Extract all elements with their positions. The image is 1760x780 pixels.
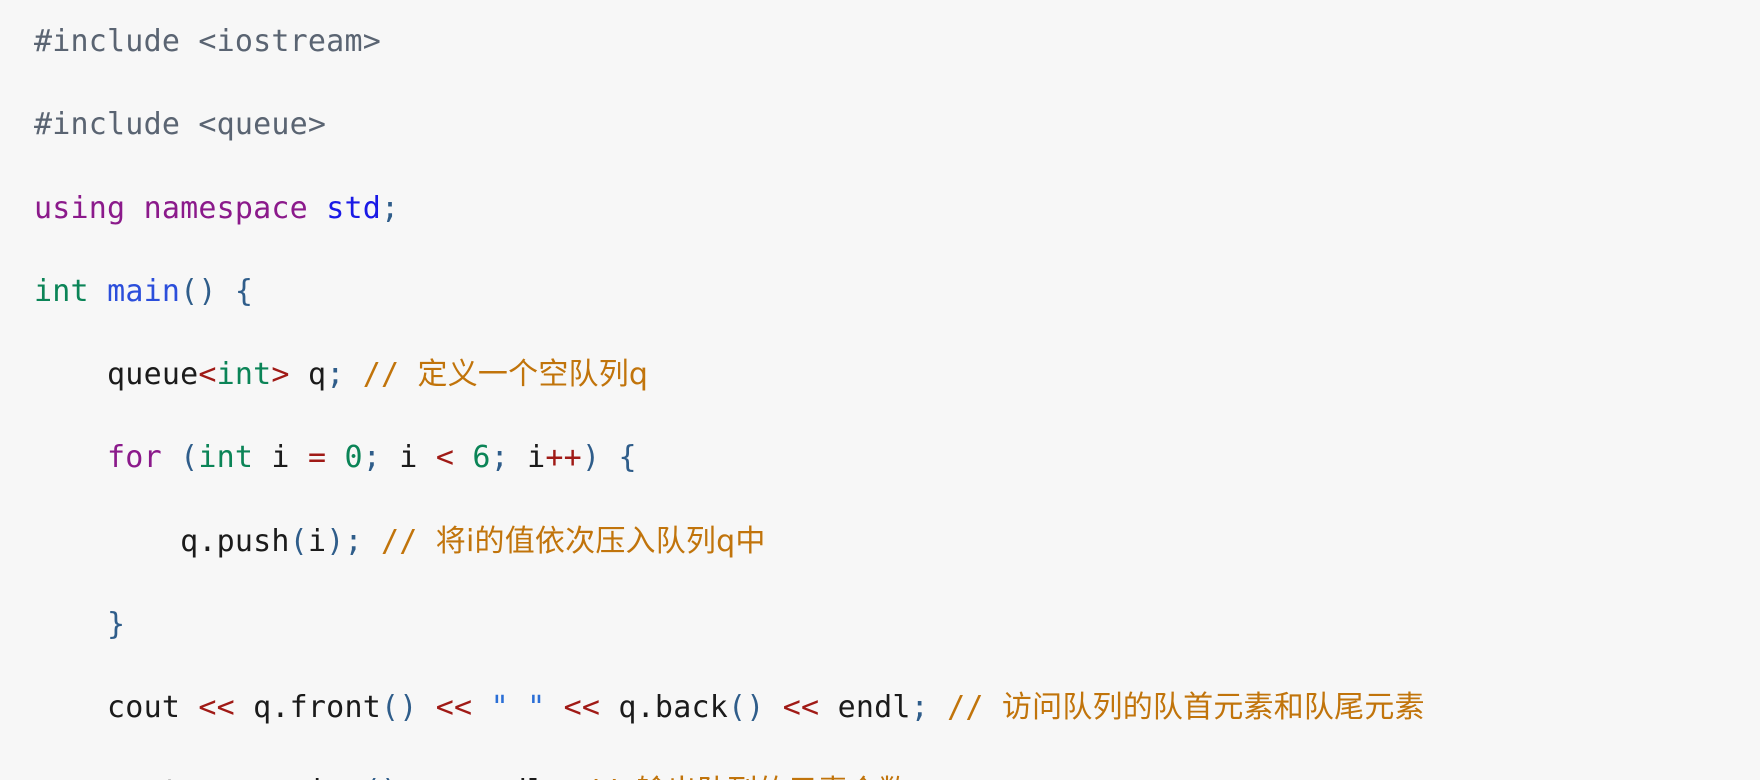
open-brace: { (234, 273, 254, 309)
code-block[interactable]: #include <iostream> #include <queue> usi… (0, 0, 1760, 780)
std-namespace: std (326, 190, 381, 226)
code-line-9: cout << q.front() << " " << q.back() << … (34, 681, 1760, 734)
code-viewer: #include <iostream> #include <queue> usi… (0, 0, 1760, 780)
code-line-4: int main() { (34, 265, 1760, 318)
cout-stream: cout (107, 690, 181, 726)
open-paren: ( (289, 523, 308, 559)
close-brace: } (107, 607, 126, 643)
semicolon: ; (545, 774, 563, 780)
stream-insert-operator: << (764, 690, 838, 726)
int-type: int (216, 357, 272, 393)
size-call: q.size (253, 774, 363, 780)
less-than-operator: < (435, 440, 455, 476)
comment-slashes: // (344, 357, 418, 393)
parens: () (363, 774, 400, 780)
parens: () (727, 690, 765, 726)
argument-i: i (307, 523, 327, 559)
assign-operator: = (307, 440, 327, 476)
string-literal-space: " " (490, 690, 546, 726)
parens: () (180, 273, 217, 309)
loop-var-i: i (253, 440, 308, 476)
comment-slashes: // (362, 523, 436, 559)
parens: () (380, 690, 418, 726)
stream-insert-operator: << (180, 690, 254, 726)
using-namespace-keyword: using namespace (34, 190, 327, 226)
number-zero: 0 (326, 440, 363, 476)
loop-var-i: i (399, 440, 436, 476)
code-line-2: #include <queue> (34, 98, 1760, 151)
semicolon: ; (910, 690, 929, 726)
comment-slashes: // (928, 690, 1002, 726)
int-type: int (34, 273, 89, 309)
semicolon: ; (380, 190, 400, 226)
comment-text: 将i的值依次压入队列q中 (435, 523, 766, 559)
int-type: int (198, 440, 254, 476)
semicolon: ; (490, 440, 528, 476)
cout-stream: cout (107, 774, 180, 780)
main-function-name: main (107, 273, 181, 309)
comment-text: 定义一个空队列q (417, 357, 649, 393)
open-brace: { (600, 440, 637, 476)
comment-slashes: // (564, 774, 637, 780)
variable-q: q (289, 357, 327, 393)
front-call: q.front (253, 690, 381, 726)
open-paren: ( (161, 440, 199, 476)
include-directive-queue: #include <queue> (34, 107, 327, 143)
queue-type: queue (107, 357, 199, 393)
loop-var-i: i (527, 440, 546, 476)
code-line-1: #include <iostream> (34, 15, 1760, 68)
code-line-7: q.push(i); // 将i的值依次压入队列q中 (34, 515, 1760, 568)
number-six: 6 (454, 440, 491, 476)
stream-insert-operator: << (545, 690, 619, 726)
comment-text: 访问队列的队首元素和队尾元素 (1001, 690, 1425, 726)
code-line-3: using namespace std; (34, 182, 1760, 235)
code-line-6: for (int i = 0; i < 6; i++) { (34, 431, 1760, 484)
template-close-angle: > (271, 357, 290, 393)
semicolon: ; (326, 357, 345, 393)
back-call: q.back (618, 690, 728, 726)
endl-manipulator: endl (837, 690, 911, 726)
endl-manipulator: endl (472, 774, 545, 780)
code-line-5: queue<int> q; // 定义一个空队列q (34, 348, 1760, 401)
stream-insert-operator: << (180, 774, 253, 780)
stream-insert-operator: << (399, 774, 472, 780)
comment-text: 输出队列的元素个数 (637, 774, 909, 780)
semicolon: ; (344, 523, 363, 559)
close-paren: ) (326, 523, 345, 559)
code-line-10: cout << q.size() << endl; // 输出队列的元素个数 (34, 765, 1760, 780)
code-line-8: } (34, 598, 1760, 651)
increment-operator: ++ (545, 440, 582, 476)
push-call: q.push (180, 523, 290, 559)
for-keyword: for (107, 440, 162, 476)
stream-insert-operator: << (417, 690, 491, 726)
close-paren: ) (581, 440, 601, 476)
semicolon: ; (362, 440, 400, 476)
template-open-angle: < (198, 357, 217, 393)
include-directive-iostream: #include <iostream> (34, 24, 381, 59)
